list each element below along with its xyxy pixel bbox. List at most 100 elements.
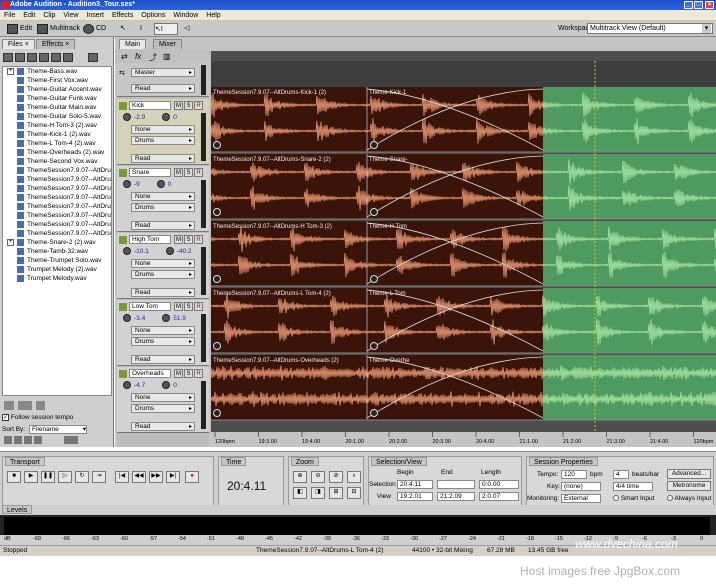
- timeline-area[interactable]: ThemeSession7.9.07--AltDrums-Kick-1 (2) T…: [211, 51, 716, 447]
- io-icon[interactable]: ⇄: [121, 52, 128, 61]
- zoom-left-icon[interactable]: ◧: [293, 487, 307, 499]
- pan-knob[interactable]: [162, 381, 171, 390]
- expand-icon[interactable]: +: [7, 239, 14, 246]
- file-list-item[interactable]: Theme-L Tom-4 (2).wav: [3, 139, 111, 148]
- track-output-select[interactable]: Drums: [131, 203, 195, 212]
- pan-knob[interactable]: [162, 314, 171, 323]
- solo-button[interactable]: S: [184, 101, 193, 110]
- file-list-item[interactable]: Theme-Second Vox.wav: [3, 157, 111, 166]
- volume-value[interactable]: -2.9: [134, 114, 145, 121]
- forward-icon[interactable]: ▶▶: [149, 471, 163, 483]
- solo-button[interactable]: S: [184, 168, 193, 177]
- pan-knob[interactable]: [165, 247, 174, 256]
- mute-button[interactable]: M: [174, 101, 183, 110]
- cd-view-button[interactable]: CD: [82, 23, 106, 35]
- track-header[interactable]: KickMSR -2.9 0 None Drums Read: [117, 99, 209, 165]
- record-arm-button[interactable]: R: [194, 101, 203, 110]
- master-output-select[interactable]: Master: [131, 68, 195, 77]
- record-arm-button[interactable]: R: [194, 369, 203, 378]
- track-input-select[interactable]: None: [131, 259, 195, 268]
- record-arm-button[interactable]: R: [194, 168, 203, 177]
- autoplay-icon[interactable]: [88, 53, 98, 62]
- expand-icon[interactable]: +: [7, 68, 14, 75]
- workspace-select[interactable]: Multitrack View (Default) ▾: [587, 23, 713, 34]
- selection-begin-field[interactable]: 20:4.11: [397, 480, 433, 489]
- record-icon[interactable]: ●: [185, 471, 199, 483]
- go-end-icon[interactable]: ▶|: [166, 471, 180, 483]
- track-header[interactable]: High TomMSR -10.1 -40.2 None Drums Read: [117, 233, 209, 299]
- zoom-out-horizontal-icon[interactable]: ⊖: [311, 471, 325, 483]
- hybrid-tool[interactable]: ↖I: [154, 23, 178, 35]
- advanced-button[interactable]: Advanced...: [667, 469, 711, 479]
- file-list-item[interactable]: Theme-Guitar Accent.wav: [3, 85, 111, 94]
- volume-value[interactable]: -4.7: [134, 382, 145, 389]
- file-list-item[interactable]: ThemeSession7.9.07--AltDrum: [3, 166, 111, 175]
- zoom-out-full-icon[interactable]: ⊘: [329, 471, 343, 483]
- track-name-field[interactable]: Low Tom: [129, 302, 171, 311]
- track-name-field[interactable]: Kick: [129, 101, 171, 110]
- record-arm-button[interactable]: R: [194, 235, 203, 244]
- track-input-select[interactable]: None: [131, 326, 195, 335]
- solo-button[interactable]: S: [184, 369, 193, 378]
- volume-value[interactable]: -9: [134, 181, 140, 188]
- edit-file-icon[interactable]: [39, 53, 49, 62]
- pan-knob[interactable]: [156, 180, 165, 189]
- file-list-item[interactable]: Theme-Guitar Main.wav: [3, 103, 111, 112]
- minimize-button[interactable]: _: [684, 1, 693, 9]
- insert-icon[interactable]: [27, 53, 37, 62]
- file-list-item[interactable]: Theme-H Tom-3 (2).wav: [3, 121, 111, 130]
- go-start-icon[interactable]: |◀: [115, 471, 129, 483]
- file-list-item[interactable]: Trumpet Melody.wav: [3, 274, 111, 283]
- tab-files[interactable]: Files ×: [2, 39, 35, 49]
- volume-knob[interactable]: [123, 113, 131, 122]
- clip-loop-icon[interactable]: [370, 275, 378, 283]
- multitrack-view-button[interactable]: Multitrack: [36, 23, 80, 35]
- follow-tempo-checkbox[interactable]: ✓: [2, 413, 9, 421]
- show-midi-icon[interactable]: [14, 436, 22, 444]
- loop-play-icon[interactable]: ↻: [75, 471, 89, 483]
- loop-icon[interactable]: [63, 53, 73, 62]
- file-list-item[interactable]: Theme-First Vox.wav: [3, 76, 111, 85]
- close-button[interactable]: ×: [705, 1, 714, 9]
- file-list-item[interactable]: ThemeSession7.9.07--AltDrum: [3, 229, 111, 238]
- clip-loop-icon[interactable]: [213, 141, 221, 149]
- track-name-field[interactable]: Overheads: [129, 369, 171, 378]
- sort-select[interactable]: Filename ▾: [29, 425, 87, 434]
- clip-loop-icon[interactable]: [370, 342, 378, 350]
- file-list-item[interactable]: Theme-Overheads (2).wav: [3, 148, 111, 157]
- audio-clip[interactable]: [211, 87, 543, 152]
- metronome-button[interactable]: Metronome: [667, 481, 711, 491]
- mute-button[interactable]: M: [174, 168, 183, 177]
- automation-mode-select[interactable]: Read: [131, 288, 195, 297]
- play-preview-icon[interactable]: [4, 401, 14, 410]
- volume-value[interactable]: -3.4: [134, 315, 145, 322]
- file-list-item[interactable]: Theme-Trumpet Solo.wav: [3, 256, 111, 265]
- menu-clip[interactable]: Clip: [39, 10, 59, 21]
- tab-main[interactable]: Main: [119, 39, 147, 49]
- file-list-item[interactable]: ThemeSession7.9.07--AltDrum: [3, 184, 111, 193]
- audio-clip[interactable]: [211, 154, 543, 219]
- volume-knob[interactable]: [123, 180, 131, 189]
- pan-value[interactable]: -40.2: [177, 248, 192, 255]
- clip-loop-icon[interactable]: [213, 409, 221, 417]
- show-audio-icon[interactable]: [4, 436, 12, 444]
- edit-view-button[interactable]: Edit: [6, 23, 32, 35]
- sends-icon[interactable]: ⤴: [149, 52, 157, 63]
- mute-button[interactable]: M: [174, 235, 183, 244]
- menu-help[interactable]: Help: [202, 10, 224, 21]
- selected-region[interactable]: [543, 87, 716, 152]
- track-output-select[interactable]: Drums: [131, 337, 195, 346]
- always-input-radio[interactable]: [667, 495, 673, 502]
- always-input-option[interactable]: Always Input: [667, 495, 711, 502]
- clip-loop-icon[interactable]: [213, 208, 221, 216]
- audio-clip[interactable]: [211, 355, 543, 420]
- track-name-field[interactable]: Snare: [129, 168, 171, 177]
- tab-mixer[interactable]: Mixer: [153, 39, 183, 49]
- show-video-icon[interactable]: [24, 436, 32, 444]
- selected-region[interactable]: [543, 288, 716, 353]
- record-arm-button[interactable]: R: [194, 302, 203, 311]
- file-list-item[interactable]: Theme-Tamb-32.wav: [3, 247, 111, 256]
- track-header[interactable]: SnareMSR -9 0 None Drums Read: [117, 166, 209, 232]
- key-select[interactable]: (none): [561, 482, 601, 491]
- show-loops-icon[interactable]: [34, 436, 42, 444]
